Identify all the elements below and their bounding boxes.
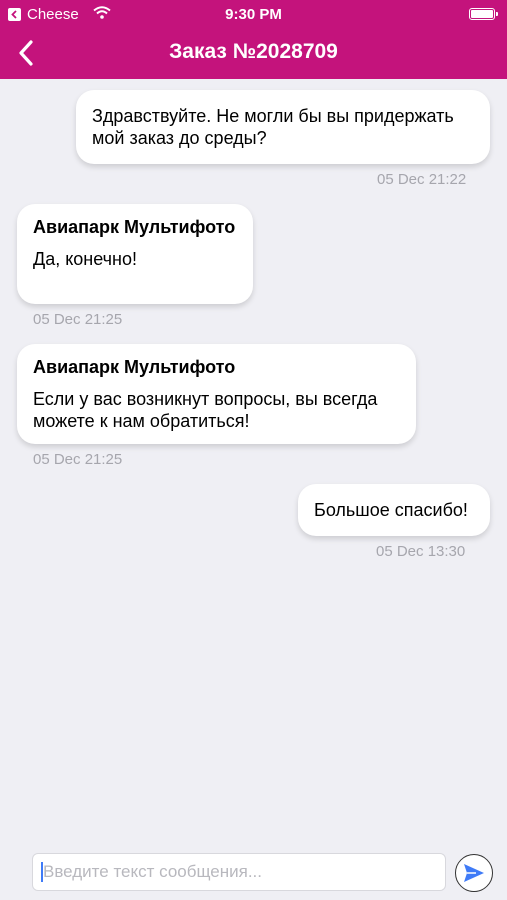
message-text: Большое спасибо! xyxy=(314,500,468,520)
app-header: Cheese 9:30 PM Заказ №2028709 xyxy=(0,0,507,79)
page-title: Заказ №2028709 xyxy=(169,40,338,63)
message-text: Если у вас возникнут вопросы, вы всегда … xyxy=(33,389,378,431)
send-button[interactable] xyxy=(455,854,493,892)
message-sender: Авиапарк Мультифото xyxy=(33,217,236,237)
status-time: 9:30 PM xyxy=(225,6,282,23)
message-input[interactable] xyxy=(32,853,446,891)
send-arrow-icon xyxy=(464,864,484,882)
message-bubble-incoming[interactable]: Авиапарк Мультифото Если у вас возникнут… xyxy=(17,344,416,444)
text-caret xyxy=(41,862,43,882)
message-text: Да, конечно! xyxy=(33,249,137,269)
message-bubble-outgoing[interactable]: Большое спасибо! xyxy=(298,484,490,536)
message-bubble-incoming[interactable]: Авиапарк Мультифото Да, конечно! xyxy=(17,204,253,304)
battery-fill xyxy=(471,10,493,18)
status-bar: Cheese 9:30 PM xyxy=(0,0,507,28)
message-time: 05 Dec 13:30 xyxy=(376,543,466,560)
message-text: Здравствуйте. Не могли бы вы придержать … xyxy=(92,106,454,148)
battery-icon xyxy=(469,8,498,20)
message-bubble-outgoing[interactable]: Здравствуйте. Не могли бы вы придержать … xyxy=(76,90,490,164)
message-time: 05 Dec 21:25 xyxy=(33,311,123,328)
message-time: 05 Dec 21:22 xyxy=(377,171,467,188)
message-sender: Авиапарк Мультифото xyxy=(33,357,236,377)
message-time: 05 Dec 21:25 xyxy=(33,451,123,468)
